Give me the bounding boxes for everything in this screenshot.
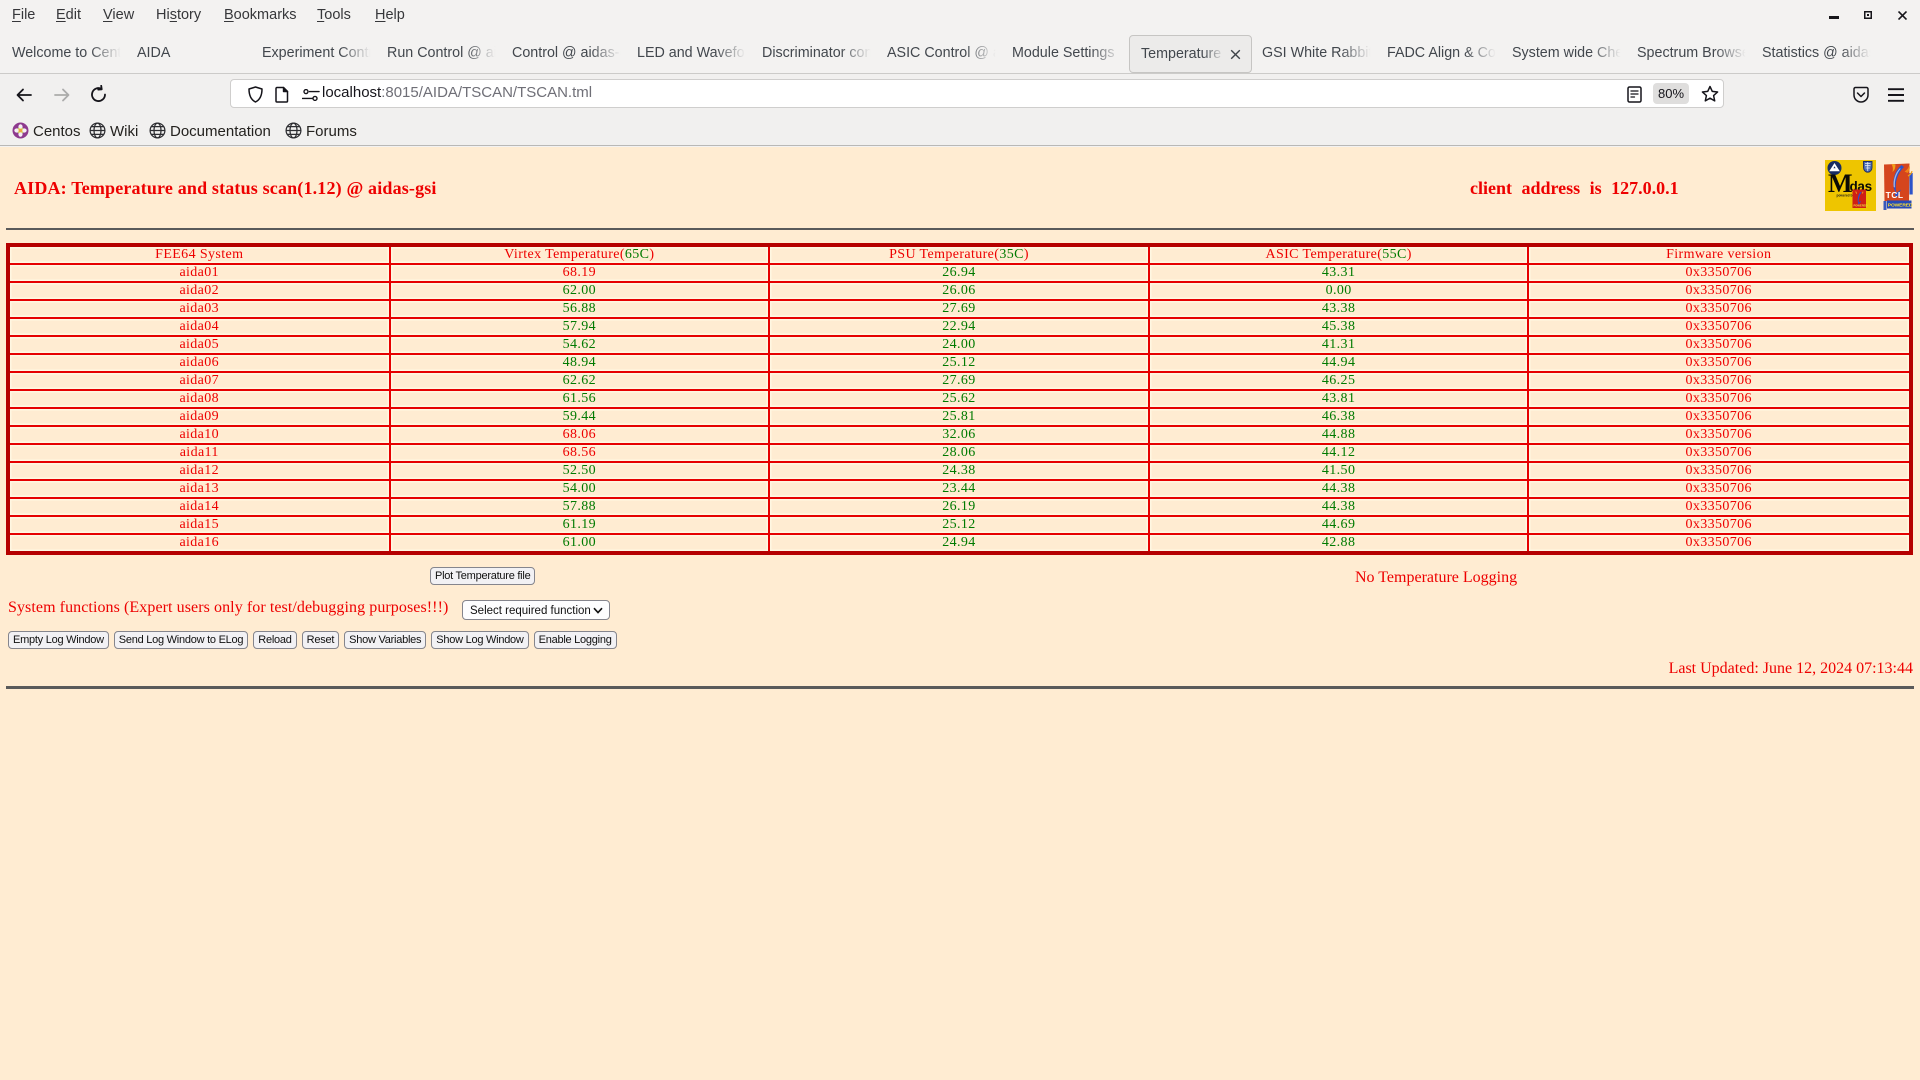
svg-text:POWERED: POWERED: [1888, 202, 1913, 208]
svg-text:POWERED: POWERED: [1854, 204, 1868, 208]
svg-text:TCL: TCL: [1886, 190, 1904, 200]
svg-text:powered by: powered by: [1837, 194, 1855, 198]
